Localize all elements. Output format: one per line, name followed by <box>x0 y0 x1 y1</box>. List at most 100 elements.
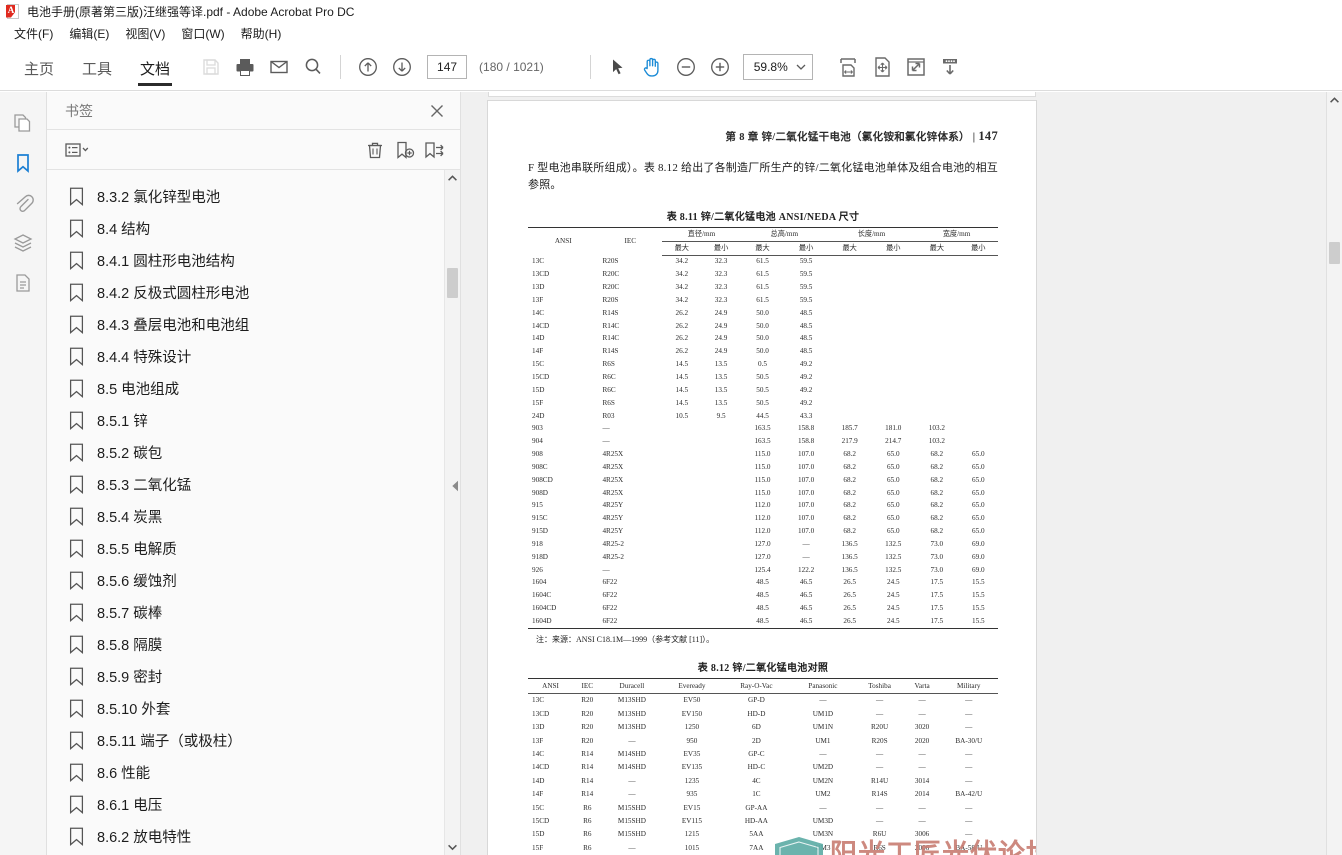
table-cell: BA-30/U <box>955 736 983 745</box>
bookmark-item[interactable]: 8.6 性能 <box>47 756 460 788</box>
bookmark-item[interactable]: 8.5.5 电解质 <box>47 532 460 564</box>
table-cell: 68.2 <box>930 488 944 497</box>
table-row: 908 4R25X 115.0 107.0 68.2 65.0 68.2 65.0 <box>528 448 998 461</box>
table-row: 904 — 163.5 158.8 217.9 214.7 103.2 <box>528 436 998 449</box>
menu-edit[interactable]: 编辑(E) <box>61 23 117 44</box>
close-icon[interactable] <box>424 98 450 124</box>
bookmark-item[interactable]: 8.5.10 外套 <box>47 692 460 724</box>
table-row: 915D 4R25Y 112.0 107.0 68.2 65.0 68.2 65.0 <box>528 526 998 539</box>
bookmark-item-label: 8.5.9 密封 <box>97 669 163 686</box>
table-cell <box>662 474 701 487</box>
table-row: 15C R6S 14.5 13.5 0.5 49.2 <box>528 359 998 372</box>
bookmark-icon <box>69 635 97 654</box>
bookmark-item[interactable]: 8.6.1 电压 <box>47 788 460 820</box>
table-cell: 136.5 <box>841 552 858 561</box>
email-icon[interactable] <box>262 50 296 84</box>
table-row: 915C 4R25Y 112.0 107.0 68.2 65.0 68.2 65.0 <box>528 513 998 526</box>
next-page-icon[interactable] <box>385 50 419 84</box>
bookmark-icon <box>69 411 97 430</box>
page-thumbnails-icon[interactable] <box>6 104 40 142</box>
tab-tools[interactable]: 工具 <box>68 44 126 90</box>
zoom-in-icon[interactable] <box>703 50 737 84</box>
tab-home[interactable]: 主页 <box>10 44 68 90</box>
bookmark-item[interactable]: 8.5.7 碳棒 <box>47 596 460 628</box>
document-info-icon[interactable] <box>6 264 40 302</box>
bookmark-item[interactable]: 8.5.9 密封 <box>47 660 460 692</box>
menu-view[interactable]: 视图(V) <box>117 23 173 44</box>
acrobat-pdf-icon: A <box>6 3 21 19</box>
table-cell: R14S <box>602 347 619 356</box>
bookmark-item[interactable]: 8.5.6 缓蚀剂 <box>47 564 460 596</box>
bookmark-item[interactable]: 8.5 电池组成 <box>47 372 460 404</box>
menu-file[interactable]: 文件(F) <box>6 23 61 44</box>
bookmark-item[interactable]: 8.4.2 反极式圆柱形电池 <box>47 276 460 308</box>
document-scrollbar[interactable] <box>1326 92 1342 855</box>
previous-page-icon[interactable] <box>351 50 385 84</box>
tab-document[interactable]: 文档 <box>126 44 184 90</box>
bookmark-item-label: 8.4.4 特殊设计 <box>97 349 192 366</box>
bookmark-icon <box>69 219 97 238</box>
table-cell: — <box>802 552 810 561</box>
table-cell: 2D <box>752 736 761 745</box>
bookmark-item[interactable]: 8.4 结构 <box>47 212 460 244</box>
bookmark-item[interactable]: 8.3.2 氯化锌型电池 <box>47 180 460 212</box>
table-cell: 14.5 <box>675 398 689 407</box>
bookmark-item[interactable]: 8.4.3 叠层电池和电池组 <box>47 308 460 340</box>
page-number-input[interactable]: 147 <box>427 55 468 79</box>
bookmark-item[interactable]: 8.4.4 特殊设计 <box>47 340 460 372</box>
new-bookmark-icon[interactable] <box>390 136 420 164</box>
document-view[interactable]: 第 8 章 锌/二氧化锰干电池（氯化铵和氯化锌体系） | 147 F 型电池串联… <box>461 92 1342 855</box>
bookmarks-scrollbar-thumb[interactable] <box>447 268 458 298</box>
doc-scroll-up-arrow-icon[interactable] <box>1327 92 1342 108</box>
expand-bookmarks-icon[interactable] <box>420 136 450 164</box>
table-cell: 122.2 <box>798 565 815 574</box>
attachments-icon[interactable] <box>6 184 40 222</box>
fit-page-icon[interactable] <box>865 50 899 84</box>
table-cell: 15.5 <box>958 615 998 630</box>
table-cell: 65.0 <box>972 514 985 523</box>
search-icon[interactable] <box>296 50 330 84</box>
table-cell <box>871 397 915 410</box>
bookmarks-list[interactable]: 8.3.2 氯化锌型电池 8.4 结构 8.4.1 圆柱形电池结构 8.4.2 反极式… <box>47 170 460 855</box>
table-cell: — <box>876 817 884 826</box>
bookmark-item[interactable]: 8.5.8 隔膜 <box>47 628 460 660</box>
bookmark-item[interactable]: 8.4.1 圆柱形电池结构 <box>47 244 460 276</box>
bookmark-options-icon[interactable] <box>63 136 93 164</box>
bookmarks-panel-header: 书签 <box>47 92 460 130</box>
scroll-mode-icon[interactable] <box>933 50 967 84</box>
bookmarks-icon[interactable] <box>6 144 40 182</box>
print-icon[interactable] <box>228 50 262 84</box>
table-cell <box>701 448 740 461</box>
table-cell: 50.0 <box>756 308 769 317</box>
bookmarks-scrollbar[interactable] <box>444 170 460 855</box>
layers-icon[interactable] <box>6 224 40 262</box>
delete-bookmark-icon[interactable] <box>360 136 390 164</box>
th-sub: 最大 <box>662 241 702 256</box>
pdf-page[interactable]: 第 8 章 锌/二氧化锰干电池（氯化铵和氯化锌体系） | 147 F 型电池串联… <box>488 101 1036 855</box>
menu-help[interactable]: 帮助(H) <box>233 23 290 44</box>
bookmark-item[interactable]: 8.5.1 锌 <box>47 404 460 436</box>
bookmark-item[interactable]: 8.6.2 放电特性 <box>47 820 460 852</box>
save-icon[interactable] <box>194 50 228 84</box>
bookmark-item-label: 8.6.2 放电特性 <box>97 829 192 846</box>
scroll-up-arrow-icon[interactable] <box>445 170 460 186</box>
menu-window[interactable]: 窗口(W) <box>173 23 232 44</box>
scroll-down-arrow-icon[interactable] <box>445 839 460 855</box>
table-cell <box>915 269 959 282</box>
zoom-out-icon[interactable] <box>669 50 703 84</box>
table-cell: 65.0 <box>886 527 900 536</box>
select-tool-icon[interactable] <box>601 50 635 84</box>
document-scrollbar-thumb[interactable] <box>1329 242 1340 264</box>
hand-tool-icon[interactable] <box>635 50 669 84</box>
bookmark-item[interactable]: 8.5.4 炭黑 <box>47 500 460 532</box>
bookmark-item[interactable]: 8.5.2 碳包 <box>47 436 460 468</box>
bookmark-item[interactable]: 8.5.3 二氧化锰 <box>47 468 460 500</box>
zoom-level-combobox[interactable]: 59.8% <box>742 54 813 80</box>
collapse-panel-icon[interactable] <box>449 472 461 500</box>
fit-width-icon[interactable] <box>831 50 865 84</box>
bookmark-item[interactable]: 8.5.11 端子（或极柱） <box>47 724 460 756</box>
table-cell: — <box>876 749 884 758</box>
chevron-down-icon[interactable] <box>790 55 812 79</box>
fullscreen-icon[interactable] <box>899 50 933 84</box>
table-cell: 65.0 <box>972 462 985 471</box>
